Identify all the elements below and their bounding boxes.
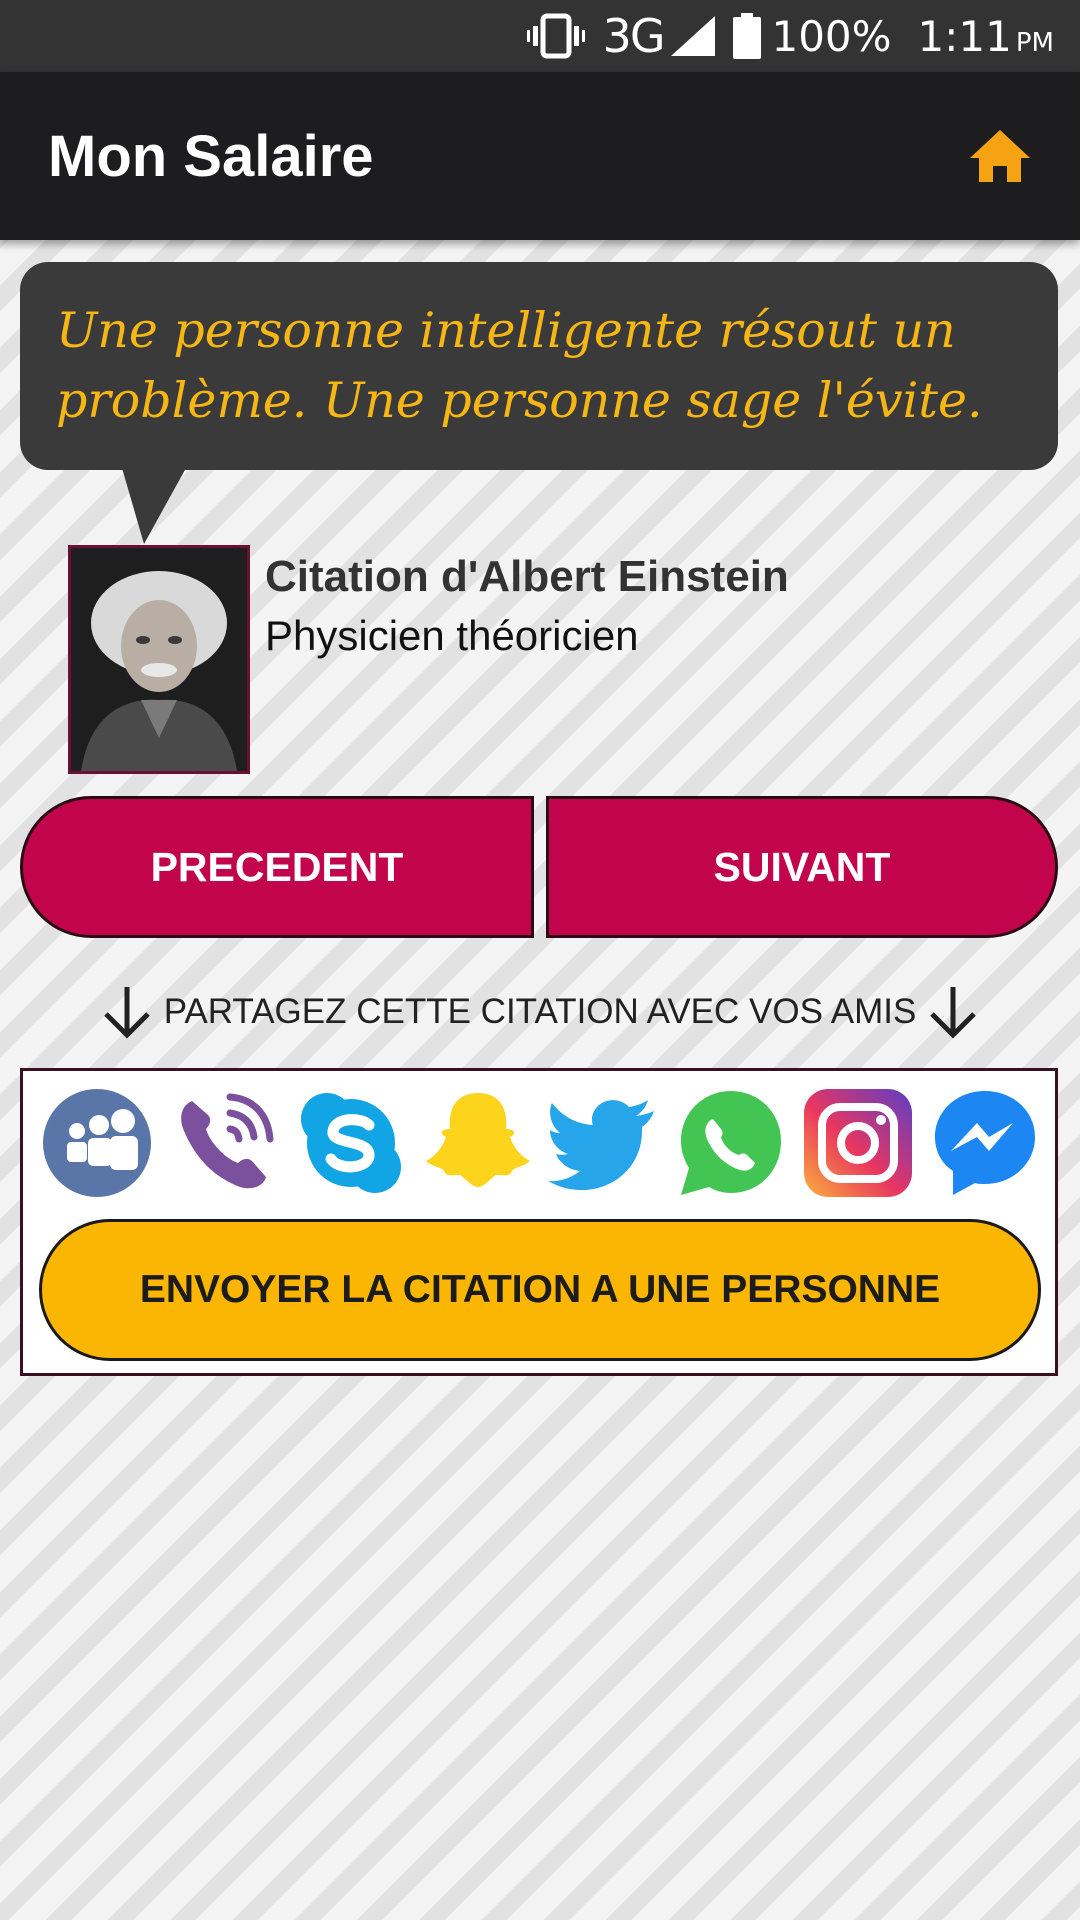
status-bar: 3G 100% 1:11 PM — [0, 0, 1080, 72]
network-type: 3G — [602, 9, 666, 63]
share-panel: ENVOYER LA CITATION A UNE PERSONNE — [20, 1068, 1058, 1376]
bubble-tail — [122, 468, 186, 544]
quote-bubble: Une personne intelligente résout un prob… — [20, 262, 1058, 470]
arrow-down-icon — [930, 987, 977, 1039]
skype-icon[interactable] — [295, 1087, 407, 1199]
next-button[interactable]: SUIVANT — [546, 796, 1058, 938]
battery-icon — [733, 13, 762, 59]
clock-ampm: PM — [1015, 27, 1054, 58]
myspace-icon[interactable] — [41, 1087, 153, 1199]
snapchat-icon[interactable] — [422, 1087, 534, 1199]
share-hint-text: PARTAGEZ CETTE CITATION AVEC VOS AMIS — [163, 992, 917, 1031]
author-portrait — [68, 545, 250, 774]
home-icon[interactable] — [968, 128, 1032, 184]
signal-icon — [671, 16, 716, 56]
whatsapp-icon[interactable] — [675, 1087, 787, 1199]
share-hint: PARTAGEZ CETTE CITATION AVEC VOS AMIS — [0, 980, 1080, 1044]
send-quote-button[interactable]: ENVOYER LA CITATION A UNE PERSONNE — [39, 1219, 1041, 1361]
author-title: Physicien théoricien — [265, 612, 639, 659]
clock-time: 1:11 — [917, 11, 1012, 61]
previous-button[interactable]: PRECEDENT — [20, 796, 534, 938]
author-name: Citation d'Albert Einstein — [265, 552, 789, 601]
arrow-down-icon — [103, 987, 150, 1039]
twitter-icon[interactable] — [548, 1087, 660, 1199]
app-bar: Mon Salaire — [0, 72, 1080, 240]
social-icons-row — [41, 1085, 1041, 1201]
messenger-icon[interactable] — [929, 1087, 1041, 1199]
vibrate-icon — [526, 13, 585, 59]
clock: 1:11 PM — [918, 12, 1054, 61]
battery-percent: 100% — [771, 11, 892, 61]
portrait-image — [71, 548, 247, 771]
viber-icon[interactable] — [168, 1087, 280, 1199]
app-title: Mon Salaire — [48, 123, 374, 189]
quote-text: Une personne intelligente résout un prob… — [56, 302, 983, 429]
instagram-icon[interactable] — [802, 1087, 914, 1199]
